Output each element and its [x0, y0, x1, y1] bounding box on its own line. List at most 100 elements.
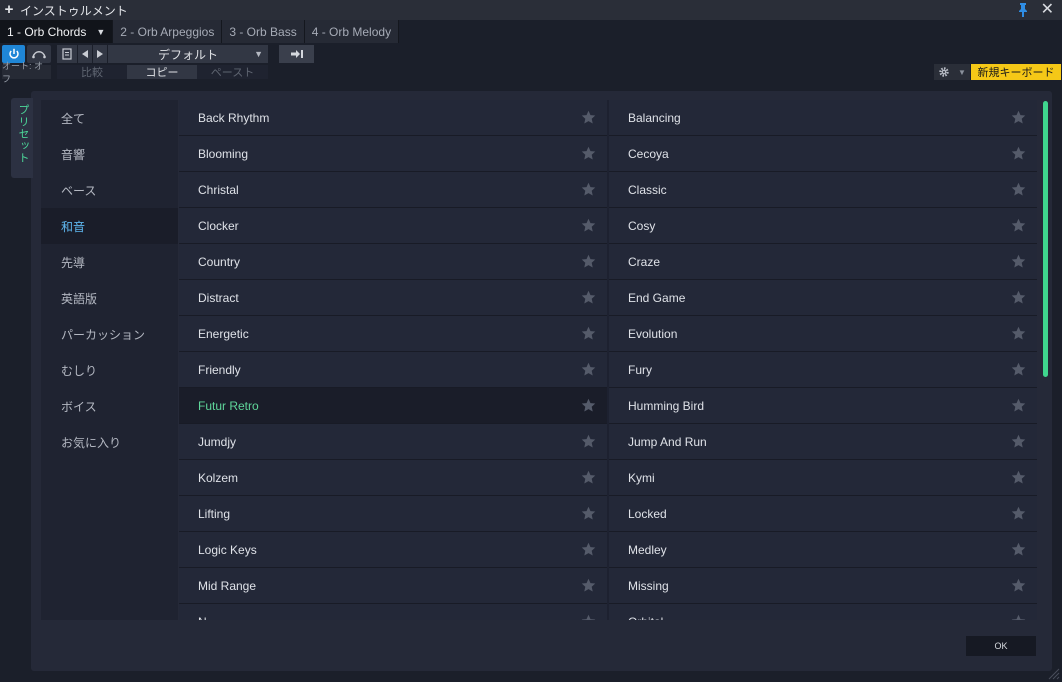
next-preset-button[interactable]	[93, 45, 107, 63]
star-icon[interactable]	[1011, 254, 1026, 269]
preset-row[interactable]: Fury	[609, 352, 1037, 388]
preset-file-button[interactable]	[57, 45, 77, 63]
star-icon[interactable]	[581, 470, 596, 485]
preset-row[interactable]: Medley	[609, 532, 1037, 568]
star-icon[interactable]	[1011, 506, 1026, 521]
preset-row[interactable]: Orbital...	[609, 604, 1037, 620]
star-icon[interactable]	[581, 146, 596, 161]
add-icon[interactable]: +	[0, 0, 18, 20]
preset-row[interactable]: Logic Keys	[179, 532, 607, 568]
category-item[interactable]: ベース	[41, 172, 178, 208]
settings-dropdown[interactable]: ▼	[954, 64, 970, 80]
star-icon[interactable]	[581, 326, 596, 341]
new-keyboard-button[interactable]: 新規キーボード	[971, 64, 1061, 80]
preset-row[interactable]: Craze	[609, 244, 1037, 280]
preset-row[interactable]: Evolution	[609, 316, 1037, 352]
category-item[interactable]: 英語版	[41, 280, 178, 316]
category-item[interactable]: ボイス	[41, 388, 178, 424]
star-icon[interactable]	[581, 182, 596, 197]
preset-row[interactable]: Christal	[179, 172, 607, 208]
compare-button[interactable]: 比較	[57, 65, 127, 79]
preset-row[interactable]: Jumdjy	[179, 424, 607, 460]
category-item[interactable]: 音響	[41, 136, 178, 172]
star-icon[interactable]	[1011, 614, 1026, 620]
copy-button[interactable]: コピー	[127, 65, 197, 79]
category-item[interactable]: 先導	[41, 244, 178, 280]
preset-name: Missing	[628, 578, 669, 593]
preset-row[interactable]: Jump And Run	[609, 424, 1037, 460]
preset-name: Evolution	[628, 326, 678, 341]
preset-row[interactable]: Kolzem	[179, 460, 607, 496]
load-preset-button[interactable]	[279, 45, 314, 63]
preset-row[interactable]: Cecoya	[609, 136, 1037, 172]
resize-grip-icon[interactable]	[1046, 666, 1060, 680]
star-icon[interactable]	[1011, 470, 1026, 485]
preset-row[interactable]: End Game	[609, 280, 1037, 316]
star-icon[interactable]	[581, 578, 596, 593]
preset-select[interactable]: デフォルト ▼	[108, 45, 268, 63]
preset-row[interactable]: Country	[179, 244, 607, 280]
preset-scrollbar[interactable]	[1043, 101, 1048, 377]
preset-row[interactable]: Clocker	[179, 208, 607, 244]
category-item[interactable]: むしり	[41, 352, 178, 388]
preset-row[interactable]: Back Rhythm	[179, 100, 607, 136]
star-icon[interactable]	[581, 290, 596, 305]
star-icon[interactable]	[1011, 434, 1026, 449]
preset-row[interactable]: Energetic	[179, 316, 607, 352]
preset-row[interactable]: Classic	[609, 172, 1037, 208]
tab-orb-bass[interactable]: 3 - Orb Bass	[222, 20, 305, 43]
preset-row[interactable]: Humming Bird	[609, 388, 1037, 424]
category-item[interactable]: 和音	[41, 208, 178, 244]
preset-row[interactable]: Friendly	[179, 352, 607, 388]
ok-button[interactable]: OK	[966, 636, 1036, 656]
star-icon[interactable]	[1011, 578, 1026, 593]
close-icon[interactable]: ✕	[1041, 1, 1054, 19]
star-icon[interactable]	[581, 218, 596, 233]
star-icon[interactable]	[1011, 182, 1026, 197]
tab-orb-melody[interactable]: 4 - Orb Melody	[304, 20, 400, 43]
star-icon[interactable]	[1011, 542, 1026, 557]
star-icon[interactable]	[581, 542, 596, 557]
tab-label: 1 - Orb Chords	[7, 24, 87, 39]
star-icon[interactable]	[581, 434, 596, 449]
preset-row[interactable]: Blooming	[179, 136, 607, 172]
preset-row[interactable]: Locked	[609, 496, 1037, 532]
paste-button[interactable]: ペースト	[197, 65, 268, 79]
category-list: 全て 音響 ベース 和音 先導 英語版 パーカッション むしり ボイス お気に入り	[41, 100, 178, 620]
preset-row[interactable]: Missing	[609, 568, 1037, 604]
preset-row[interactable]: Mid Range	[179, 568, 607, 604]
side-tab-presets[interactable]: プリセット	[11, 98, 33, 178]
star-icon[interactable]	[1011, 218, 1026, 233]
star-icon[interactable]	[581, 398, 596, 413]
star-icon[interactable]	[581, 254, 596, 269]
preset-row[interactable]: Distract	[179, 280, 607, 316]
settings-button[interactable]	[934, 64, 954, 80]
preset-name: Cosy	[628, 218, 656, 233]
preset-row[interactable]: Lifting	[179, 496, 607, 532]
chevron-down-icon[interactable]: ▼	[96, 27, 105, 37]
pin-icon[interactable]	[1016, 2, 1030, 18]
star-icon[interactable]	[581, 362, 596, 377]
star-icon[interactable]	[1011, 398, 1026, 413]
star-icon[interactable]	[581, 110, 596, 125]
star-icon[interactable]	[581, 506, 596, 521]
preset-row[interactable]: Cosy	[609, 208, 1037, 244]
preset-row[interactable]: Kymi	[609, 460, 1037, 496]
preset-name: Humming Bird	[628, 398, 705, 413]
star-icon[interactable]	[581, 614, 596, 620]
preset-row[interactable]: Balancing	[609, 100, 1037, 136]
category-item[interactable]: 全て	[41, 100, 178, 136]
star-icon[interactable]	[1011, 326, 1026, 341]
star-icon[interactable]	[1011, 146, 1026, 161]
preset-row[interactable]: N...	[179, 604, 607, 620]
preset-row[interactable]: Futur Retro	[179, 388, 607, 424]
star-icon[interactable]	[1011, 362, 1026, 377]
star-icon[interactable]	[1011, 290, 1026, 305]
tab-orb-arpeggios[interactable]: 2 - Orb Arpeggios	[113, 20, 223, 43]
category-item[interactable]: お気に入り	[41, 424, 178, 460]
star-icon[interactable]	[1011, 110, 1026, 125]
tab-orb-chords[interactable]: 1 - Orb Chords ▼	[0, 20, 114, 43]
tab-label: 3 - Orb Bass	[229, 24, 297, 39]
category-item[interactable]: パーカッション	[41, 316, 178, 352]
prev-preset-button[interactable]	[78, 45, 92, 63]
